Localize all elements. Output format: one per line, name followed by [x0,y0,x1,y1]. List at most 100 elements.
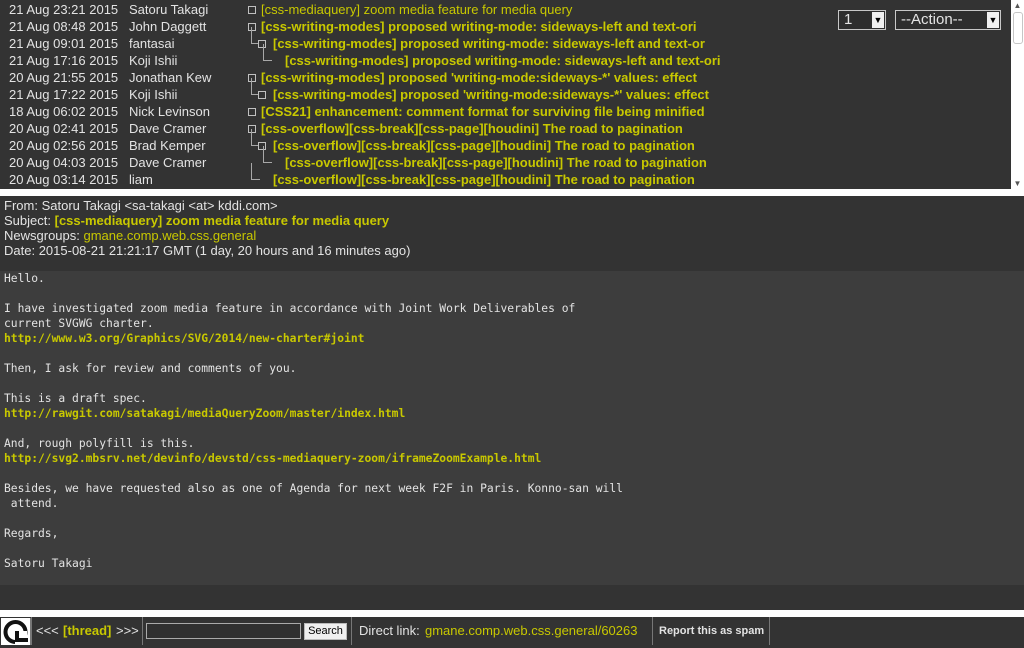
thread-date: 21 Aug 09:01 2015 [9,36,119,51]
scrollbar-thumb[interactable] [1013,12,1023,44]
action-select[interactable]: --Action-- ▼ [895,10,1001,30]
body-line: Satoru Takagi [4,557,93,570]
gmane-logo-icon[interactable] [1,618,31,645]
dropdown-arrow-icon: ▼ [987,12,999,28]
body-line: Regards, [4,527,59,540]
thread-subject-link[interactable]: [css-writing-modes] proposed writing-mod… [261,18,697,35]
thread-subject-link[interactable]: [css-overflow][css-break][css-page][houd… [285,154,707,171]
thread-subject-link[interactable]: [css-writing-modes] proposed writing-mod… [273,35,705,52]
thread-author: Koji Ishii [129,87,178,102]
thread-date: 20 Aug 04:03 2015 [9,155,119,170]
footer-separator [31,617,32,645]
from-header: From: Satoru Takagi <sa-takagi <at> kddi… [4,198,278,214]
thread-subject-link[interactable]: [css-overflow][css-break][css-page][houd… [273,171,695,188]
scroll-up-arrow-icon[interactable]: ▲ [1012,0,1023,11]
thread-row[interactable]: 20 Aug 02:41 2015 Dave Cramer [css-overflo… [0,120,1010,137]
footer-separator [351,617,352,645]
thread-author: liam [129,172,153,187]
thread-subject-link[interactable]: [css-mediaquery] zoom media feature for … [261,1,572,18]
page-select-value: 1 [844,11,853,28]
body-line: Hello. [4,272,45,285]
message-bottom-space [0,585,1024,610]
thread-node-box-icon [258,91,266,99]
thread-subject-link[interactable]: [css-writing-modes] proposed 'writing-mo… [273,86,709,103]
thread-author: John Daggett [129,19,207,34]
pane-divider[interactable] [0,189,1024,196]
previous-message-link[interactable]: <<< [36,617,59,645]
footer-separator [652,617,653,645]
thread-author: Dave Cramer [129,155,207,170]
body-line: Then, I ask for review and comments of y… [4,362,297,375]
subject-link[interactable]: [css-mediaquery] zoom media feature for … [55,213,389,228]
from-label: From: [4,198,38,213]
thread-row[interactable]: 20 Aug 02:56 2015 Brad Kemper [css-overflo… [0,129,1010,154]
thread-subject-link[interactable]: [css-writing-modes] proposed 'writing-mo… [261,69,697,86]
thread-node-box-icon [248,74,256,82]
search-input[interactable] [146,623,301,639]
thread-author: Nick Levinson [129,104,210,119]
thread-date: 20 Aug 02:41 2015 [9,121,119,136]
body-line: And, rough polyfill is this. [4,437,195,450]
thread-date: 21 Aug 17:22 2015 [9,87,119,102]
thread-date: 20 Aug 21:55 2015 [9,70,119,85]
body-line: current SVGWG charter. [4,317,154,330]
thread-row[interactable]: 20 Aug 04:03 2015 Dave Cramer [css-overflo… [0,146,1010,171]
newsgroups-header: Newsgroups: gmane.comp.web.css.general [4,228,256,244]
thread-node-box-icon [258,40,266,48]
thread-date: 21 Aug 23:21 2015 [9,2,119,17]
body-url-link[interactable]: http://www.w3.org/Graphics/SVG/2014/new-… [4,331,364,346]
thread-node-box-icon [248,6,256,14]
body-url-link[interactable]: http://svg2.mbsrv.net/devinfo/devstd/css… [4,451,541,466]
body-line: Besides, we have requested also as one o… [4,482,623,495]
thread-row[interactable]: 20 Aug 21:55 2015 Jonathan Kew [css-writin… [0,69,1010,86]
thread-node-box-icon [248,108,256,116]
thread-node-box-icon [248,125,256,133]
search-button[interactable]: Search [304,623,347,640]
thread-date: 21 Aug 08:48 2015 [9,19,119,34]
thread-date: 20 Aug 02:56 2015 [9,138,119,153]
thread-author: Dave Cramer [129,121,207,136]
thread-author: fantasai [129,36,175,51]
footer-separator [142,617,143,645]
thread-author: Satoru Takagi [129,2,209,17]
direct-link[interactable]: gmane.comp.web.css.general/60263 [425,617,637,645]
thread-subject-link[interactable]: [css-overflow][css-break][css-page][houd… [273,137,695,154]
body-line: I have investigated zoom media feature i… [4,302,576,315]
thread-row[interactable]: 21 Aug 17:22 2015 Koji Ishii [css-writing-… [0,78,1010,103]
thread-subject-link[interactable]: [CSS21] enhancement: comment format for … [261,103,705,120]
thread-row[interactable]: 21 Aug 09:01 2015 fantasai [css-writing-mo… [0,27,1010,52]
from-value: Satoru Takagi <sa-takagi <at> kddi.com> [41,198,278,213]
next-message-link[interactable]: >>> [116,617,139,645]
date-header: Date: 2015-08-21 21:21:17 GMT (1 day, 20… [4,243,410,259]
thread-scrollbar[interactable]: ▲ ▼ [1011,0,1024,189]
thread-author: Koji Ishii [129,53,178,68]
thread-subject-link[interactable]: [css-writing-modes] proposed writing-mod… [285,52,721,69]
footer-bar: <<< [thread] >>> Search Direct link: gma… [0,617,1024,645]
footer-separator [769,617,770,645]
newsgroups-label: Newsgroups: [4,228,80,243]
thread-link[interactable]: [thread] [63,617,111,645]
direct-link-label: Direct link: [359,623,420,638]
thread-subject-link[interactable]: [css-overflow][css-break][css-page][houd… [261,120,683,137]
subject-header: Subject: [css-mediaquery] zoom media fea… [4,213,389,229]
date-label: Date: [4,243,36,258]
thread-author: Brad Kemper [129,138,206,153]
scroll-down-arrow-icon[interactable]: ▼ [1012,178,1023,189]
dropdown-arrow-icon: ▼ [872,12,884,28]
thread-date: 18 Aug 06:02 2015 [9,104,119,119]
thread-row[interactable]: 21 Aug 17:16 2015 Koji Ishii [css-writing-… [0,44,1010,69]
report-spam-button[interactable]: Report this as spam [659,617,764,645]
thread-date: 21 Aug 17:16 2015 [9,53,119,68]
thread-node-box-icon [258,142,266,150]
newsgroup-link[interactable]: gmane.comp.web.css.general [84,228,257,243]
thread-row[interactable]: 18 Aug 06:02 2015 Nick Levinson [CSS21] en… [0,103,1010,120]
thread-row[interactable]: 20 Aug 03:14 2015 liam [css-overflow][css-… [0,163,1010,188]
action-select-value: --Action-- [901,11,963,28]
date-value: 2015-08-21 21:21:17 GMT (1 day, 20 hours… [38,243,411,258]
message-body: Hello. I have investigated zoom media fea… [0,271,1024,585]
footer-divider [0,610,1024,617]
thread-date: 20 Aug 03:14 2015 [9,172,119,187]
thread-author: Jonathan Kew [129,70,212,85]
page-select[interactable]: 1 ▼ [838,10,886,30]
body-url-link[interactable]: http://rawgit.com/satakagi/mediaQueryZoo… [4,406,405,421]
